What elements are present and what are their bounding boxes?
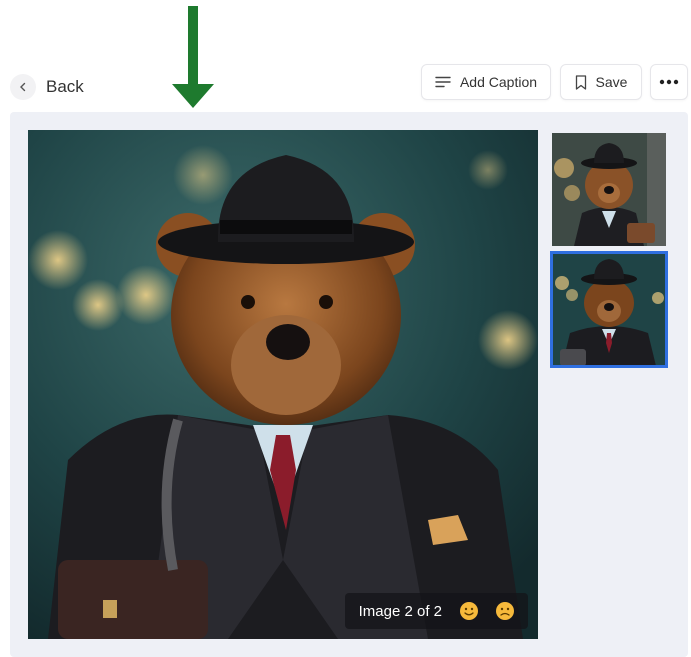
annotation-arrow-icon (172, 6, 214, 108)
back-label: Back (46, 77, 84, 96)
add-caption-button[interactable]: Add Caption (421, 64, 551, 100)
save-button[interactable]: Save (560, 64, 642, 100)
back-button[interactable]: Back (10, 70, 84, 104)
image-counter-bar: Image 2 of 2 (344, 593, 528, 629)
image-counter: Image 2 of 2 (358, 602, 442, 620)
smile-face-icon[interactable] (460, 602, 478, 620)
bookmark-icon (575, 74, 586, 90)
more-horizontal-icon (659, 79, 679, 85)
chevron-left-icon (10, 74, 36, 100)
text-lines-icon (435, 76, 451, 88)
save-label: Save (595, 74, 628, 90)
frown-face-icon[interactable] (496, 602, 514, 620)
main-image: Image 2 of 2 (28, 130, 538, 639)
thumbnail-1[interactable] (552, 133, 666, 246)
add-caption-label: Add Caption (459, 74, 538, 90)
more-options-button[interactable] (650, 64, 688, 100)
thumbnail-2[interactable] (550, 251, 668, 368)
